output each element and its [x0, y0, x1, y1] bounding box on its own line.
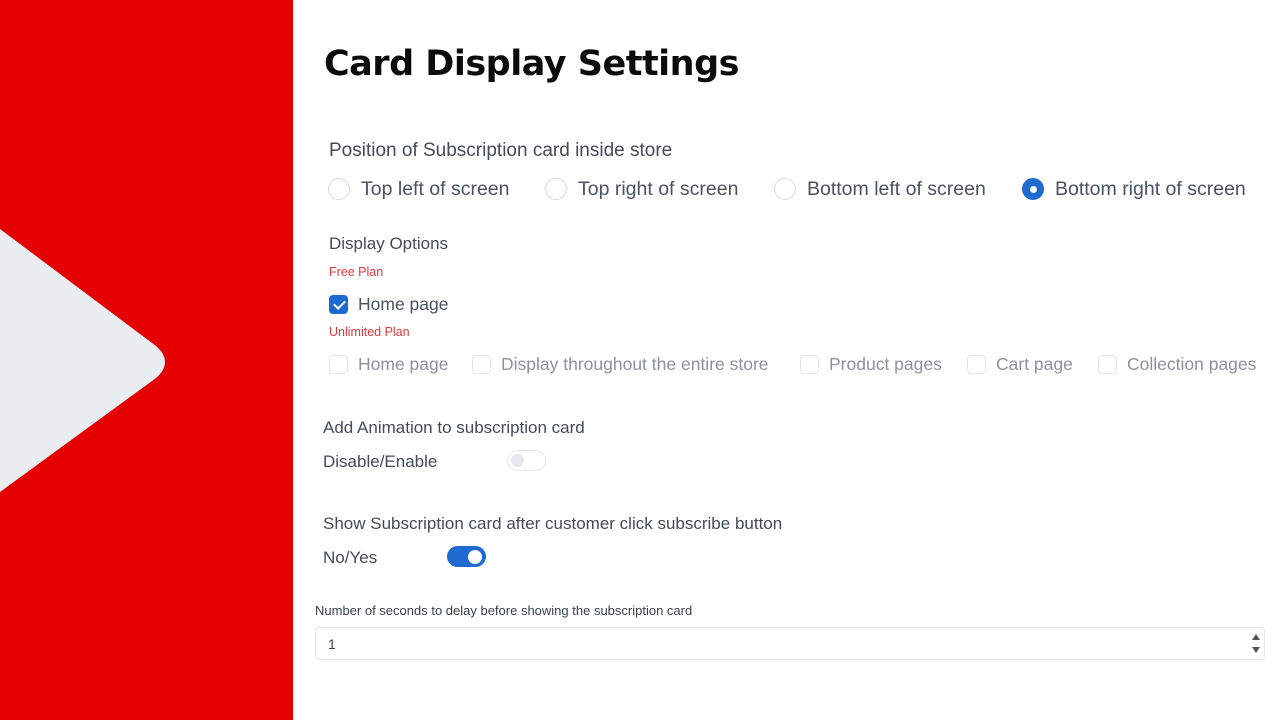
delay-seconds-value[interactable]: 1 [328, 636, 336, 652]
delay-seconds-input[interactable]: 1 [315, 627, 1265, 660]
radio-bottom-left[interactable]: Bottom left of screen [774, 176, 986, 202]
toggle-knob [468, 549, 482, 564]
radio-label: Top right of screen [578, 177, 739, 200]
show-after-click-label: Show Subscription card after customer cl… [323, 514, 783, 533]
display-options-label: Display Options [329, 234, 449, 253]
checkbox-label: Cart page [996, 353, 1073, 374]
radio-top-left[interactable]: Top left of screen [328, 176, 510, 202]
checkbox-label: Collection pages [1127, 353, 1257, 374]
position-section-label: Position of Subscription card inside sto… [329, 140, 673, 161]
number-spinner[interactable] [1250, 630, 1262, 657]
radio-label: Bottom right of screen [1055, 177, 1246, 200]
unlimited-plan-label: Unlimited Plan [329, 325, 410, 339]
toggle-knob [511, 454, 524, 467]
checkbox-collection-pages[interactable]: Collection pages [1098, 353, 1256, 375]
checkbox-free-home-page[interactable]: Home page [329, 293, 448, 315]
checkbox-label: Product pages [829, 353, 942, 374]
spin-up-icon[interactable] [1252, 634, 1260, 640]
checkbox-label: Display throughout the entire store [501, 353, 769, 374]
radio-label: Top left of screen [361, 177, 510, 200]
checkbox-unlimited-home-page[interactable]: Home page [329, 353, 448, 375]
branding-panel [0, 0, 293, 720]
page-title: Card Display Settings [324, 44, 740, 84]
show-after-click-toggle-label: No/Yes [323, 548, 378, 567]
radio-button[interactable] [328, 178, 350, 200]
checkbox[interactable] [967, 354, 986, 374]
checkbox-cart-page[interactable]: Cart page [967, 353, 1073, 375]
radio-label: Bottom left of screen [807, 177, 986, 200]
animation-toggle[interactable] [507, 450, 546, 471]
checkbox-product-pages[interactable]: Product pages [800, 353, 942, 375]
radio-button[interactable] [545, 178, 567, 200]
checkbox[interactable] [800, 354, 819, 374]
checkbox-checked[interactable] [329, 294, 348, 314]
delay-field-label: Number of seconds to delay before showin… [315, 603, 693, 618]
radio-bottom-right[interactable]: Bottom right of screen [1022, 176, 1246, 202]
free-plan-label: Free Plan [329, 265, 384, 279]
checkbox[interactable] [329, 354, 348, 374]
play-triangle-icon [0, 229, 165, 492]
radio-button[interactable] [774, 178, 796, 200]
radio-button-selected[interactable] [1022, 178, 1044, 200]
checkbox-entire-store[interactable]: Display throughout the entire store [472, 353, 769, 375]
checkbox-label: Home page [358, 353, 449, 374]
checkbox[interactable] [1098, 354, 1117, 374]
animation-section-label: Add Animation to subscription card [323, 418, 585, 437]
spin-down-icon[interactable] [1252, 647, 1260, 653]
checkbox[interactable] [472, 354, 491, 374]
checkbox-label: Home page [358, 293, 449, 314]
show-after-click-toggle[interactable] [447, 546, 486, 567]
animation-toggle-label: Disable/Enable [323, 452, 438, 471]
radio-top-right[interactable]: Top right of screen [545, 176, 738, 202]
